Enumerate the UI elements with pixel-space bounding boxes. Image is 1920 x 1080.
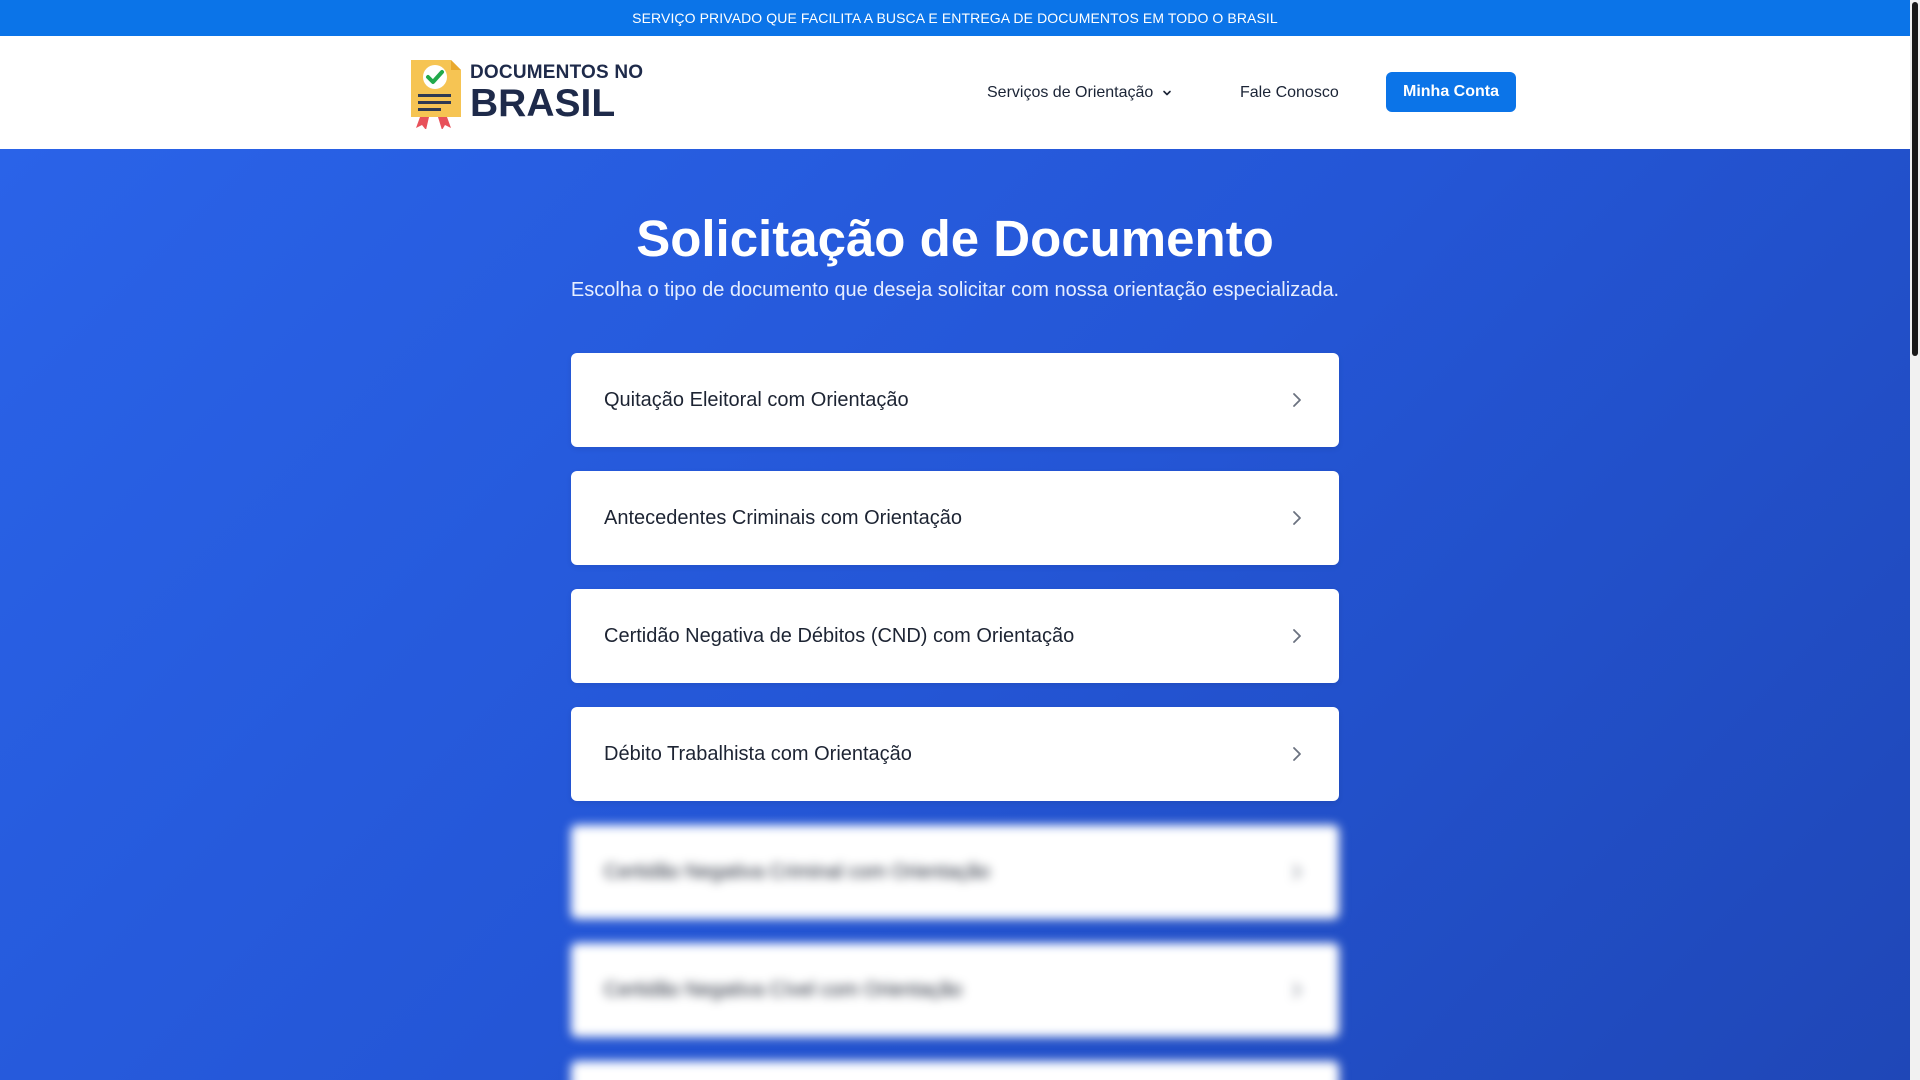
site-logo[interactable]: DOCUMENTOS NO BRASIL [407, 56, 644, 130]
document-option-label: Certidão Negativa de Débitos (CND) com O… [604, 624, 1075, 647]
page-subtitle: Escolha o tipo de documento que deseja s… [570, 279, 1340, 301]
chevron-right-icon [1293, 747, 1301, 761]
chevron-down-icon [1163, 90, 1172, 95]
chevron-right-icon [1293, 629, 1301, 643]
chevron-right-icon [1293, 393, 1301, 407]
scrollbar-thumb[interactable] [1912, 2, 1918, 356]
contact-link[interactable]: Fale Conosco [1240, 84, 1339, 102]
document-option-card[interactable] [571, 1061, 1339, 1080]
logo-text-big: BRASIL [470, 81, 616, 125]
document-option-label: Quitação Eleitoral com Orientação [604, 388, 909, 411]
document-option-card[interactable]: Débito Trabalhista com Orientação [571, 707, 1339, 801]
logo-text-small: DOCUMENTOS NO [470, 61, 644, 83]
document-option-label: Antecedentes Criminais com Orientação [604, 506, 962, 529]
document-option-label: Certidão Negativa Criminal com Orientaçã… [604, 860, 990, 883]
document-option-card[interactable]: Certidão Negativa Cível com Orientação [571, 943, 1339, 1037]
nav-services: Serviços de Orientação [987, 36, 1173, 149]
services-menu-trigger[interactable]: Serviços de Orientação [987, 84, 1173, 102]
document-option-label: Débito Trabalhista com Orientação [604, 742, 912, 765]
page-scrollbar[interactable] [1910, 0, 1920, 1080]
announcement-text: SERVIÇO PRIVADO QUE FACILITA A BUSCA E E… [632, 10, 1278, 26]
document-option-card[interactable]: Certidão Negativa Criminal com Orientaçã… [571, 825, 1339, 919]
page-title: Solicitação de Documento [636, 210, 1274, 267]
top-announcement-bar: SERVIÇO PRIVADO QUE FACILITA A BUSCA E E… [0, 0, 1910, 36]
my-account-button[interactable]: Minha Conta [1386, 72, 1516, 112]
chevron-right-icon [1293, 511, 1301, 525]
document-option-card[interactable]: Antecedentes Criminais com Orientação [571, 471, 1339, 565]
document-option-label: Certidão Negativa Cível com Orientação [604, 978, 962, 1001]
document-option-card[interactable]: Certidão Negativa de Débitos (CND) com O… [571, 589, 1339, 683]
chevron-right-icon [1293, 865, 1301, 879]
services-menu-label: Serviços de Orientação [987, 83, 1154, 101]
site-header: DOCUMENTOS NO BRASIL [0, 36, 1910, 149]
certificate-check-icon [407, 56, 465, 130]
chevron-right-icon [1293, 983, 1301, 997]
hero-section: Solicitação de Documento Escolha o tipo … [0, 149, 1910, 1080]
nav-contact: Fale Conosco [1240, 36, 1339, 149]
document-option-card[interactable]: Quitação Eleitoral com Orientação [571, 353, 1339, 447]
